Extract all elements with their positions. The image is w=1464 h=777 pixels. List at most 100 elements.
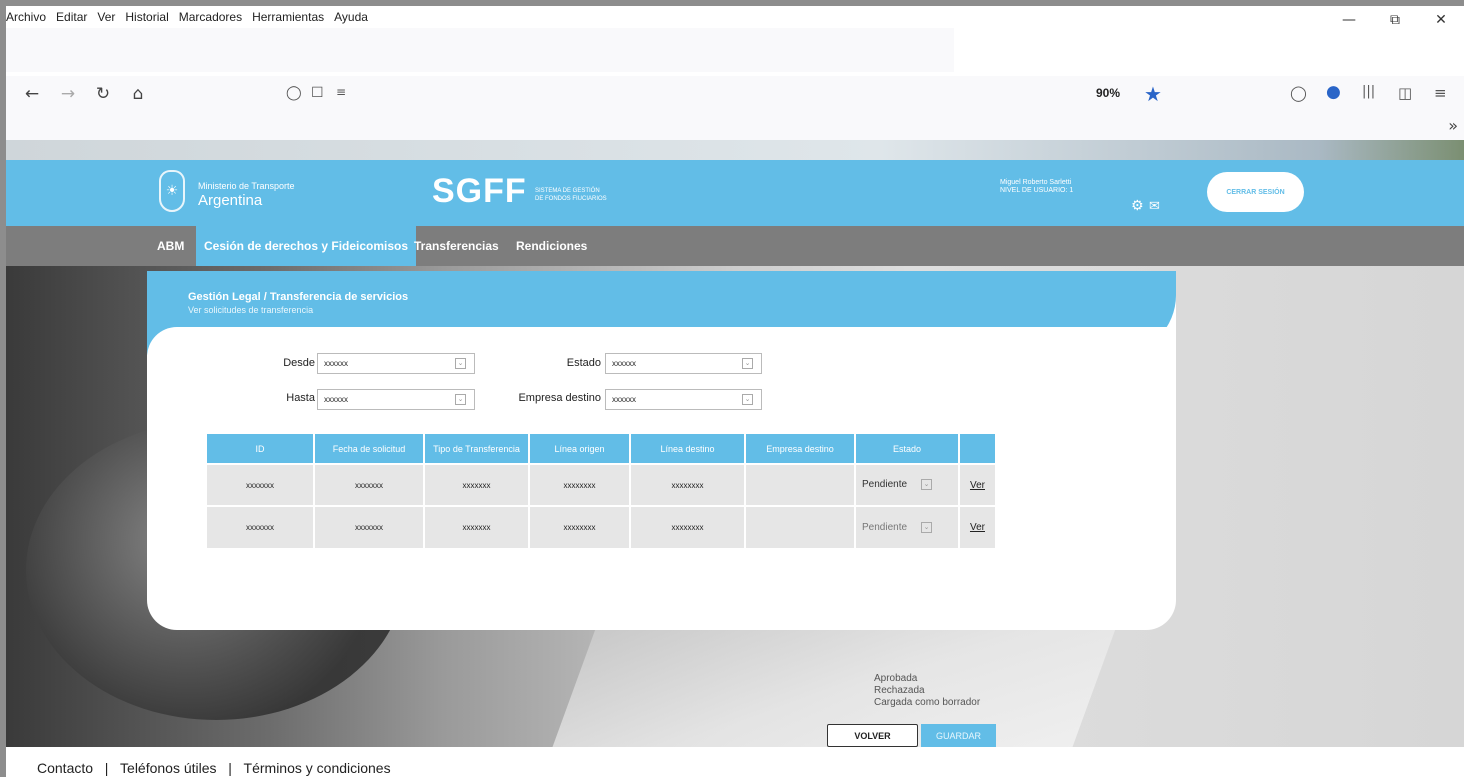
dropdown-option-borrador[interactable]: Cargada como borrador — [874, 697, 980, 709]
empresa-destino-value: xxxxxx — [612, 395, 636, 404]
page-subtitle: Ver solicitudes de transferencia — [188, 305, 314, 315]
estado-select-value: Pendiente — [862, 479, 908, 491]
cell-linea-origen: xxxxxxxx — [529, 463, 631, 506]
cell-fecha: xxxxxxx — [314, 463, 425, 506]
menu-ayuda[interactable]: Ayuda — [334, 10, 368, 24]
cell-linea-destino: xxxxxxxx — [630, 463, 746, 506]
nav-item-transferencias[interactable]: Transferencias — [406, 226, 507, 266]
cell-empresa-destino — [745, 463, 856, 506]
country-name: Argentina — [198, 192, 263, 209]
restore-icon[interactable]: ⧉ — [1372, 6, 1418, 34]
menu-ver[interactable]: Ver — [97, 10, 115, 24]
col-id: ID — [207, 434, 315, 464]
browser-window: Archivo Editar Ver Historial Marcadores … — [6, 6, 1464, 777]
cell-id: xxxxxxx — [207, 505, 315, 548]
menu-marcadores[interactable]: Marcadores — [179, 10, 242, 24]
estado-label: Estado — [566, 357, 601, 369]
menu-editar[interactable]: Editar — [56, 10, 87, 24]
back-icon[interactable]: ← — [18, 80, 46, 108]
nav-toolbar: ← → ↻ ⌂ ◯ ☐ ≡ 90% ★ ◯ ● ||| ◫ ≡ — [6, 76, 1464, 112]
url-bar[interactable] — [276, 80, 1166, 108]
estado-select-open[interactable]: Pendiente ⌄ — [855, 505, 960, 548]
footer-link-telefonos[interactable]: Teléfonos útiles — [120, 760, 217, 776]
estado-dropdown-menu: Aprobada Rechazada Cargada como borrador — [874, 673, 980, 709]
ver-link[interactable]: Ver — [959, 463, 997, 506]
gear-icon[interactable]: ⚙ — [1131, 198, 1144, 214]
home-icon[interactable]: ⌂ — [124, 80, 152, 108]
tab-strip[interactable] — [6, 28, 954, 72]
footer-separator: | — [93, 760, 120, 776]
zoom-level[interactable]: 90% — [1096, 86, 1120, 100]
header-background-image — [6, 140, 1464, 160]
chevron-down-icon: ⌄ — [921, 479, 933, 491]
nav-item-rendiciones[interactable]: Rendiciones — [508, 226, 595, 266]
bookmarks-toolbar: » — [6, 112, 1464, 140]
chevron-down-icon: ⌄ — [455, 358, 466, 369]
content-card: Gestión Legal / Transferencia de servici… — [147, 271, 1176, 747]
ministry-name: Ministerio de Transporte — [198, 181, 295, 191]
argentina-emblem-icon: ☀ — [159, 170, 185, 212]
nav-item-cesion[interactable]: Cesión de derechos y Fideicomisos — [196, 226, 417, 266]
desde-select[interactable]: xxxxxx ⌄ — [317, 353, 475, 374]
pocket-icon[interactable]: ◯ — [1290, 84, 1307, 102]
nav-item-abm[interactable]: ABM — [149, 226, 192, 266]
forward-icon[interactable]: → — [54, 80, 82, 108]
window-controls: — ⧉ ✕ — [1326, 6, 1464, 34]
cell-empresa-destino — [745, 505, 856, 548]
estado-value: xxxxxx — [612, 359, 636, 368]
menu-icon[interactable]: ≡ — [1434, 84, 1447, 102]
minimize-icon[interactable]: — — [1326, 6, 1372, 34]
dropdown-option-rechazada[interactable]: Rechazada — [874, 685, 980, 697]
table-row: xxxxxxx xxxxxxx xxxxxxx xxxxxxxx xxxxxxx… — [207, 505, 997, 548]
close-icon[interactable]: ✕ — [1418, 6, 1464, 34]
overflow-chevron-icon[interactable]: » — [1448, 116, 1458, 135]
menu-herramientas[interactable]: Herramientas — [252, 10, 324, 24]
user-level: NIVEL DE USUARIO: 1 — [1000, 187, 1074, 194]
col-linea-destino: Línea destino — [630, 434, 746, 464]
chevron-down-icon: ⌄ — [921, 521, 933, 533]
logout-button[interactable]: CERRAR SESIÓN — [1207, 172, 1304, 212]
menu-historial[interactable]: Historial — [125, 10, 168, 24]
chevron-down-icon: ⌄ — [742, 394, 753, 405]
user-name: Miguel Roberto Sarletti — [1000, 179, 1072, 186]
ver-link[interactable]: Ver — [959, 505, 997, 548]
empresa-destino-label: Empresa destino — [518, 392, 601, 404]
col-empresa-destino: Empresa destino — [745, 434, 856, 464]
chevron-down-icon: ⌄ — [742, 358, 753, 369]
cell-linea-destino: xxxxxxxx — [630, 505, 746, 548]
app-subtitle-line-1: SISTEMA DE GESTIÓN — [535, 188, 600, 194]
library-icon[interactable]: ||| — [1362, 84, 1375, 99]
col-accion — [959, 434, 997, 464]
hasta-label: Hasta — [286, 392, 315, 404]
empresa-destino-select[interactable]: xxxxxx ⌄ — [605, 389, 762, 410]
col-estado: Estado — [855, 434, 960, 464]
estado-select[interactable]: xxxxxx ⌄ — [605, 353, 762, 374]
card-header-curve — [147, 327, 1176, 355]
volver-button[interactable]: VOLVER — [827, 724, 918, 747]
cell-fecha: xxxxxxx — [314, 505, 425, 548]
app-subtitle: SISTEMA DE GESTIÓN DE FONDOS FIUCIARIOS — [535, 187, 635, 203]
footer-links: Contacto | Teléfonos útiles | Términos y… — [37, 760, 391, 776]
estado-select[interactable]: Pendiente ⌄ — [855, 463, 960, 506]
dropdown-option-aprobada[interactable]: Aprobada — [874, 673, 980, 685]
reload-icon[interactable]: ↻ — [89, 80, 117, 108]
estado-select-value: Pendiente — [862, 522, 908, 534]
sidebar-icon[interactable]: ◫ — [1398, 84, 1412, 102]
menu-archivo[interactable]: Archivo — [6, 10, 46, 24]
guardar-button[interactable]: GUARDAR — [921, 724, 996, 747]
cell-id: xxxxxxx — [207, 463, 315, 506]
account-icon[interactable]: ● — [1326, 82, 1341, 102]
star-icon[interactable]: ★ — [1144, 82, 1162, 106]
mail-icon[interactable]: ✉ — [1149, 199, 1160, 214]
desde-label: Desde — [283, 357, 315, 369]
footer-separator: | — [217, 760, 244, 776]
footer-link-contacto[interactable]: Contacto — [37, 760, 93, 776]
main-nav: ABM Cesión de derechos y Fideicomisos Tr… — [6, 226, 1464, 266]
col-fecha: Fecha de solicitud — [314, 434, 425, 464]
footer-separator-glyph: | — [104, 760, 109, 776]
app-logo: SGFF — [432, 172, 527, 210]
solicitudes-table: ID Fecha de solicitud Tipo de Transferen… — [207, 434, 997, 548]
hasta-value: xxxxxx — [324, 395, 348, 404]
hasta-select[interactable]: xxxxxx ⌄ — [317, 389, 475, 410]
footer-link-terminos[interactable]: Términos y condiciones — [244, 760, 391, 776]
